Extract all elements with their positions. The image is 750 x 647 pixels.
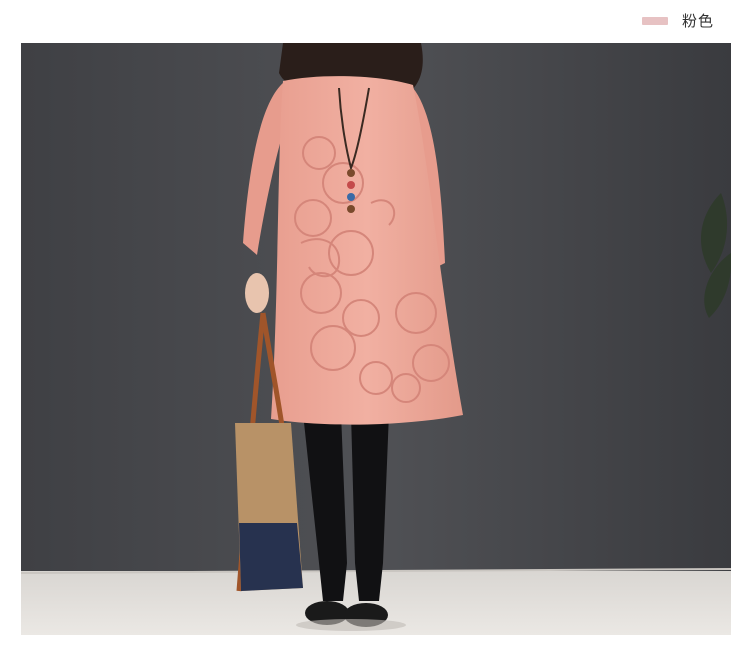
color-swatch (641, 16, 668, 25)
color-variant-label: 粉色 (641, 10, 714, 31)
product-photo (21, 43, 731, 635)
color-name: 粉色 (681, 12, 714, 30)
